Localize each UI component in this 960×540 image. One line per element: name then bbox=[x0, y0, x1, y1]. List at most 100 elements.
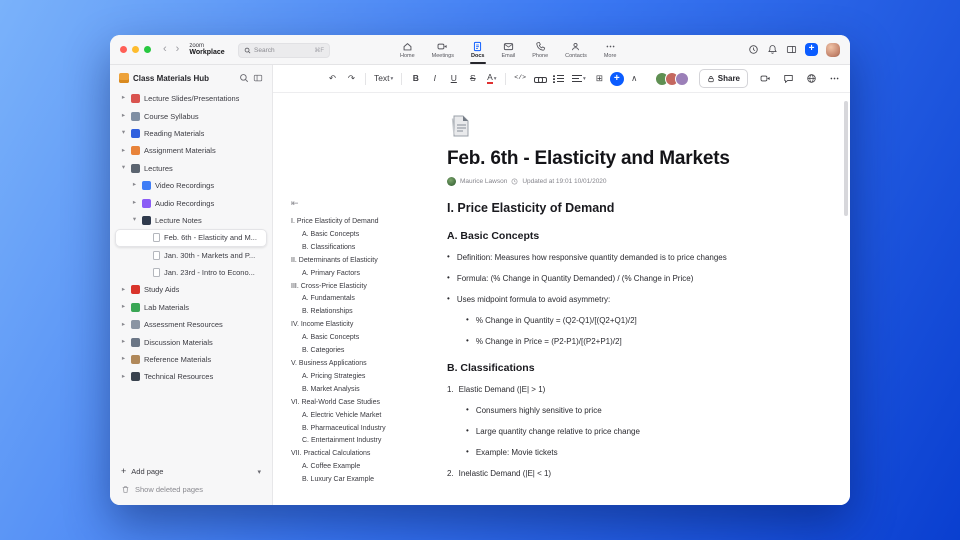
sidebar-item[interactable]: ▸ Study Aids bbox=[115, 281, 267, 298]
doc-bullet-item[interactable]: • Large quantity change relative to price… bbox=[447, 427, 822, 437]
chevron-down-icon[interactable]: ▾ bbox=[120, 164, 127, 172]
strikethrough-icon[interactable]: S bbox=[464, 70, 481, 88]
sidebar-item[interactable]: ▸ Course Syllabus bbox=[115, 107, 267, 124]
chevron-right-icon[interactable]: ▸ bbox=[120, 112, 127, 120]
sidebar-item[interactable]: ▸ Discussion Materials bbox=[115, 333, 267, 350]
panel-toggle-icon[interactable] bbox=[786, 44, 797, 55]
doc-numbered-item[interactable]: 1. Elastic Demand (|E| > 1) bbox=[447, 385, 822, 395]
nav-tab-email[interactable]: Email bbox=[499, 35, 517, 64]
language-globe-icon[interactable] bbox=[806, 73, 817, 84]
chevron-right-icon[interactable]: ▸ bbox=[120, 356, 127, 363]
toc-item[interactable]: B. Pharmaceutical Industry bbox=[291, 423, 425, 436]
sidebar-item[interactable]: ▸ Reference Materials bbox=[115, 351, 267, 368]
doc-subheading[interactable]: A. Basic Concepts bbox=[447, 230, 822, 242]
doc-bullet-item[interactable]: • Formula: (% Change in Quantity Demanded… bbox=[447, 274, 822, 284]
document-canvas[interactable]: Feb. 6th - Elasticity and Markets Mauric… bbox=[431, 93, 850, 505]
chevron-down-icon[interactable]: ▾ bbox=[120, 130, 127, 137]
toc-item[interactable]: A. Electric Vehicle Market bbox=[291, 410, 425, 423]
new-item-plus-button[interactable]: + bbox=[805, 43, 818, 56]
doc-title[interactable]: Feb. 6th - Elasticity and Markets bbox=[447, 148, 822, 170]
chevron-right-icon[interactable]: ▸ bbox=[120, 321, 127, 329]
chevron-right-icon[interactable]: ▸ bbox=[131, 182, 138, 189]
document-page-icon[interactable] bbox=[447, 113, 473, 139]
share-button[interactable]: Share bbox=[698, 69, 748, 88]
sidebar-item[interactable]: ▸ Lecture Slides/Presentations bbox=[115, 90, 267, 107]
insert-plus-button[interactable]: + bbox=[609, 71, 624, 86]
doc-bullet-item[interactable]: • Consumers highly sensitive to price bbox=[447, 406, 822, 416]
toc-item[interactable]: A. Pricing Strategies bbox=[291, 371, 425, 384]
doc-heading[interactable]: I. Price Elasticity of Demand bbox=[447, 201, 822, 215]
user-avatar[interactable] bbox=[826, 42, 840, 57]
italic-icon[interactable]: I bbox=[426, 70, 443, 88]
chevron-down-icon[interactable]: ▾ bbox=[257, 468, 261, 476]
align-icon[interactable]: ▾ bbox=[569, 70, 589, 88]
undo-icon[interactable]: ↶ bbox=[324, 70, 341, 88]
doc-subheading[interactable]: B. Classifications bbox=[447, 362, 822, 374]
code-icon[interactable]: </> bbox=[511, 70, 529, 88]
sidebar-item[interactable]: ▸ Technical Resources bbox=[115, 368, 267, 385]
sidebar-item[interactable]: ▾ Lectures bbox=[115, 160, 267, 177]
toc-item[interactable]: B. Market Analysis bbox=[291, 384, 425, 397]
collaborator-avatar[interactable] bbox=[674, 71, 689, 86]
bulleted-list-icon[interactable] bbox=[550, 70, 567, 88]
chevron-right-icon[interactable]: ▸ bbox=[131, 199, 138, 207]
sidebar-item[interactable]: ▸ Assignment Materials bbox=[115, 142, 267, 159]
doc-bullet-item[interactable]: • Definition: Measures how responsive qua… bbox=[447, 253, 822, 263]
comments-icon[interactable] bbox=[783, 73, 794, 84]
nav-tab-docs[interactable]: Docs bbox=[469, 35, 486, 64]
toc-item[interactable]: IV. Income Elasticity bbox=[291, 319, 425, 332]
more-options-icon[interactable] bbox=[829, 73, 840, 84]
sidebar-item[interactable]: ▸Jan. 23rd - Intro to Econo... bbox=[115, 264, 267, 281]
sidebar-item[interactable]: ▸ Video Recordings bbox=[115, 177, 267, 194]
toc-item[interactable]: A. Fundamentals bbox=[291, 293, 425, 306]
chevron-right-icon[interactable]: ▸ bbox=[120, 338, 127, 346]
text-style-dropdown[interactable]: Text ▾ bbox=[371, 70, 396, 88]
doc-bullet-item[interactable]: • Uses midpoint formula to avoid asymmetr… bbox=[447, 295, 822, 305]
toc-item[interactable]: VII. Practical Calculations bbox=[291, 448, 425, 461]
chevron-right-icon[interactable]: ▸ bbox=[120, 373, 127, 381]
collapse-toolbar-icon[interactable]: ∧ bbox=[626, 70, 643, 88]
doc-bullet-item[interactable]: • Example: Movie tickets bbox=[447, 448, 822, 458]
toc-item[interactable]: VI. Real-World Case Studies bbox=[291, 397, 425, 410]
show-deleted-pages-button[interactable]: Show deleted pages bbox=[121, 485, 261, 494]
sidebar-item[interactable]: ▸ Audio Recordings bbox=[115, 194, 267, 211]
toc-item[interactable]: III. Cross-Price Elasticity bbox=[291, 281, 425, 294]
toc-item[interactable]: A. Primary Factors bbox=[291, 268, 425, 281]
chevron-down-icon[interactable]: ▾ bbox=[131, 217, 138, 224]
sidebar-item[interactable]: ▾ Lecture Notes bbox=[115, 212, 267, 229]
chevron-right-icon[interactable]: ▸ bbox=[120, 147, 127, 155]
sidebar-item[interactable]: ▸ Assessment Resources bbox=[115, 316, 267, 333]
chevron-right-icon[interactable]: ▸ bbox=[120, 95, 127, 102]
nav-tab-more[interactable]: More bbox=[602, 35, 619, 64]
toc-item[interactable]: I. Price Elasticity of Demand bbox=[291, 216, 425, 229]
close-window-button[interactable] bbox=[120, 46, 127, 53]
nav-tab-home[interactable]: Home bbox=[398, 35, 417, 64]
doc-bullet-item[interactable]: •% Change in Price = (P2-P1)/[(P2+P1)/2] bbox=[447, 337, 822, 347]
toc-item[interactable]: A. Basic Concepts bbox=[291, 332, 425, 345]
toc-item[interactable]: A. Basic Concepts bbox=[291, 229, 425, 242]
underline-icon[interactable]: U bbox=[445, 70, 462, 88]
sidebar-collapse-icon[interactable] bbox=[253, 73, 263, 83]
chevron-right-icon[interactable]: ▸ bbox=[120, 304, 127, 311]
doc-bullet-item[interactable]: •% Change in Quantity = (Q2-Q1)/[(Q2+Q1)… bbox=[447, 316, 822, 326]
toc-item[interactable]: B. Categories bbox=[291, 345, 425, 358]
bold-icon[interactable]: B bbox=[407, 70, 424, 88]
clock-icon[interactable] bbox=[748, 44, 759, 55]
nav-tab-meetings[interactable]: Meetings bbox=[430, 35, 456, 64]
sidebar-item[interactable]: ▸Jan. 30th - Markets and P... bbox=[115, 247, 267, 264]
video-camera-icon[interactable] bbox=[760, 73, 771, 84]
back-icon[interactable]: ‹ bbox=[163, 44, 167, 55]
toc-item[interactable]: II. Determinants of Elasticity bbox=[291, 255, 425, 268]
nav-tab-contacts[interactable]: Contacts bbox=[563, 35, 589, 64]
redo-icon[interactable]: ↷ bbox=[343, 70, 360, 88]
sidebar-item[interactable]: ▸Feb. 6th - Elasticity and M... bbox=[115, 229, 267, 247]
table-icon[interactable]: ⊞ bbox=[591, 70, 608, 88]
zoom-window-button[interactable] bbox=[144, 46, 151, 53]
toc-item[interactable]: B. Relationships bbox=[291, 306, 425, 319]
link-icon[interactable] bbox=[531, 70, 548, 88]
forward-icon[interactable]: › bbox=[176, 44, 180, 55]
chevron-right-icon[interactable]: ▸ bbox=[120, 286, 127, 294]
sidebar-item[interactable]: ▸ Lab Materials bbox=[115, 299, 267, 316]
author-avatar[interactable] bbox=[447, 177, 456, 186]
global-search-input[interactable]: Search ⌘F bbox=[238, 43, 330, 58]
